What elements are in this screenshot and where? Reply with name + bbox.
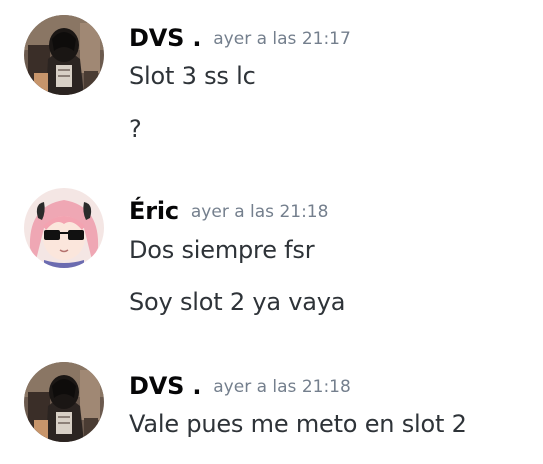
author-line: Éric ayer a las 21:18: [129, 197, 328, 225]
message-text: ?: [129, 115, 142, 143]
avatar[interactable]: [24, 15, 104, 95]
avatar[interactable]: [24, 362, 104, 442]
message-text: Vale pues me meto en slot 2: [129, 410, 467, 438]
username[interactable]: DVS .: [129, 372, 201, 400]
timestamp[interactable]: ayer a las 21:17: [213, 29, 351, 49]
pink-hair-sunglasses-avatar-icon: [24, 188, 104, 268]
message-text: Soy slot 2 ya vaya: [129, 288, 346, 316]
chat-messages: DVS . ayer a las 21:17 Slot 3 ss lc ? Éri…: [0, 0, 543, 464]
author-line: DVS . ayer a las 21:18: [129, 372, 351, 400]
username[interactable]: Éric: [129, 197, 179, 225]
hooded-figure-avatar-icon: [24, 362, 104, 442]
author-line: DVS . ayer a las 21:17: [129, 24, 351, 52]
message-text: Slot 3 ss lc: [129, 62, 256, 90]
username[interactable]: DVS .: [129, 24, 201, 52]
avatar[interactable]: [24, 188, 104, 268]
timestamp[interactable]: ayer a las 21:18: [213, 377, 351, 397]
message-text: Dos siempre fsr: [129, 236, 315, 264]
timestamp[interactable]: ayer a las 21:18: [191, 202, 329, 222]
hooded-figure-avatar-icon: [24, 15, 104, 95]
